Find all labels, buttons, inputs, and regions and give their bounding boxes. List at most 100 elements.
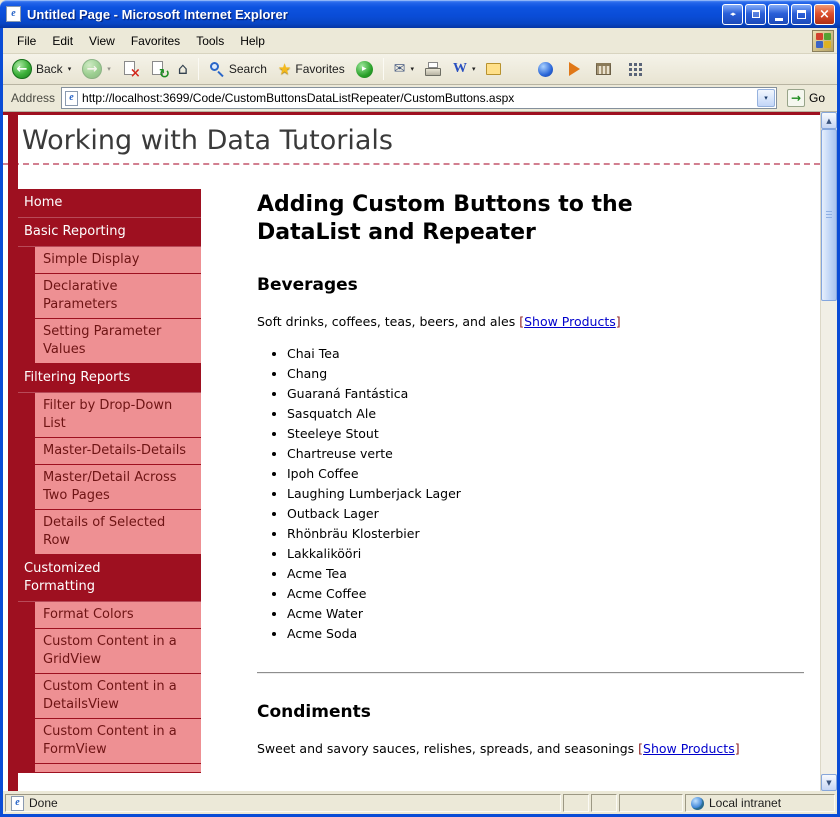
status-text-pane: e Done	[5, 794, 561, 812]
security-zone-pane: Local intranet	[685, 794, 835, 812]
sidebar-item-clipped[interactable]	[15, 764, 201, 773]
vertical-scrollbar[interactable]: ▲ ▼	[820, 112, 837, 791]
close-button[interactable]: ×	[814, 4, 835, 25]
scroll-down-button[interactable]: ▼	[821, 774, 837, 791]
menu-tools[interactable]: Tools	[188, 30, 232, 52]
bracket-close: ]	[616, 314, 621, 329]
favorites-button[interactable]: ★ Favorites	[273, 60, 350, 79]
back-icon: ←	[12, 59, 32, 79]
media-icon: ▸	[356, 61, 373, 78]
sidebar-item-declarative-parameters[interactable]: Declarative Parameters	[15, 274, 201, 319]
address-bar: Address e http://localhost:3699/Code/Cus…	[3, 85, 837, 112]
double-arrow-icon: ◂▸	[730, 10, 735, 18]
sidebar-item-customized-formatting[interactable]: Customized Formatting	[15, 555, 201, 602]
nav-indent	[15, 674, 35, 718]
sidebar-item-label: Custom Content in a FormView	[35, 719, 201, 763]
nav-indent	[15, 247, 35, 273]
favorites-star-icon: ★	[278, 62, 291, 77]
menu-view[interactable]: View	[81, 30, 123, 52]
edit-button[interactable]: W ▾	[448, 59, 481, 79]
sidebar-item-label: Format Colors	[35, 602, 201, 628]
research-button[interactable]	[591, 61, 616, 77]
address-input[interactable]: e http://localhost:3699/Code/CustomButto…	[61, 87, 777, 109]
arrow-down-icon: ▼	[826, 779, 831, 787]
messenger-button[interactable]	[533, 60, 558, 79]
product-item: Laughing Lumberjack Lager	[287, 484, 804, 504]
forward-button[interactable]: → ▾	[77, 57, 116, 81]
discuss-icon	[486, 63, 501, 75]
search-button[interactable]: Search	[204, 59, 272, 79]
sidebar-item-custom-content-in-a-gridview[interactable]: Custom Content in a GridView	[15, 629, 201, 674]
home-button[interactable]: ⌂	[173, 59, 193, 79]
browser-window: e Untitled Page - Microsoft Internet Exp…	[0, 0, 840, 817]
nav-indent	[15, 274, 35, 318]
scrollbar-track[interactable]	[821, 129, 837, 774]
go-button[interactable]: → Go	[783, 89, 833, 107]
arrow-up-icon: ▲	[826, 117, 831, 125]
refresh-button[interactable]: ↻	[145, 59, 172, 80]
sidebar-item-filtering-reports[interactable]: Filtering Reports	[15, 364, 201, 393]
status-page-icon: e	[11, 796, 24, 811]
minimize-button[interactable]	[768, 4, 789, 25]
menu-favorites[interactable]: Favorites	[123, 30, 188, 52]
sidebar-item-custom-content-in-a-detailsview[interactable]: Custom Content in a DetailsView	[15, 674, 201, 719]
section-divider	[257, 672, 804, 674]
forward-dropdown-icon[interactable]: ▾	[107, 65, 111, 73]
mail-dropdown-icon[interactable]: ▾	[410, 65, 414, 73]
sidebar-item-filter-by-drop-down-list[interactable]: Filter by Drop-Down List	[15, 393, 201, 438]
sidebar-item-details-of-selected-row[interactable]: Details of Selected Row	[15, 510, 201, 555]
product-item: Chai Tea	[287, 344, 804, 364]
scroll-up-button[interactable]: ▲	[821, 112, 837, 129]
print-button[interactable]	[420, 60, 447, 79]
scrollbar-thumb[interactable]	[821, 129, 837, 301]
nav-indent	[15, 438, 35, 464]
edit-dropdown-icon[interactable]: ▾	[472, 65, 476, 73]
sidebar-item-format-colors[interactable]: Format Colors	[15, 602, 201, 629]
building-icon	[596, 63, 611, 75]
sidebar-item-master-details-details[interactable]: Master-Details-Details	[15, 438, 201, 465]
menu-help[interactable]: Help	[232, 30, 273, 52]
sidebar-item-basic-reporting[interactable]: Basic Reporting	[15, 218, 201, 247]
page-icon: e	[65, 91, 78, 106]
sidebar-item-label: Master-Details-Details	[35, 438, 201, 464]
favorites-label: Favorites	[295, 62, 344, 76]
mail-button[interactable]: ✉ ▾	[389, 60, 419, 78]
sidebar-item-simple-display[interactable]: Simple Display	[15, 247, 201, 274]
show-products-link[interactable]: Show Products	[524, 314, 616, 329]
sidebar-item-label: Filter by Drop-Down List	[35, 393, 201, 437]
toolbar-addons	[533, 60, 647, 79]
ie-page-icon: e	[6, 6, 21, 22]
discuss-button[interactable]	[481, 61, 506, 77]
sidebar-item-custom-content-in-a-formview[interactable]: Custom Content in a FormView	[15, 719, 201, 764]
window-extra-icon-1[interactable]: ◂▸	[722, 4, 743, 25]
window-extra-icon-2[interactable]	[745, 4, 766, 25]
globe-icon	[691, 797, 704, 810]
status-bar: e Done Local intranet	[3, 791, 837, 814]
sidebar-item-home[interactable]: Home	[15, 189, 201, 218]
category-section-beverages: BeveragesSoft drinks, coffees, teas, bee…	[257, 275, 804, 644]
product-item: Acme Coffee	[287, 584, 804, 604]
back-button[interactable]: ← Back ▾	[7, 57, 76, 81]
launch-button[interactable]	[564, 60, 585, 78]
product-item: Sasquatch Ale	[287, 404, 804, 424]
menu-edit[interactable]: Edit	[44, 30, 81, 52]
messenger-icon	[538, 62, 553, 77]
sidebar-item-setting-parameter-values[interactable]: Setting Parameter Values	[15, 319, 201, 364]
back-dropdown-icon[interactable]: ▾	[68, 65, 72, 73]
page-left-border	[8, 115, 18, 791]
menu-file[interactable]: File	[9, 30, 44, 52]
grid-button[interactable]	[622, 61, 647, 78]
sidebar-item-master-detail-across-two-pages[interactable]: Master/Detail Across Two Pages	[15, 465, 201, 510]
media-button[interactable]: ▸	[351, 59, 378, 80]
print-icon	[425, 62, 442, 77]
back-label: Back	[36, 62, 63, 76]
show-products-link[interactable]: Show Products	[643, 741, 735, 756]
grid-dots-icon	[629, 63, 632, 66]
stop-button[interactable]: ×	[117, 59, 144, 80]
search-icon	[209, 61, 225, 77]
go-arrow-icon: →	[787, 89, 805, 107]
maximize-button[interactable]	[791, 4, 812, 25]
address-dropdown-icon[interactable]: ▾	[757, 89, 775, 107]
page-layout: HomeBasic ReportingSimple DisplayDeclara…	[3, 165, 820, 773]
bracket-close: ]	[735, 741, 740, 756]
